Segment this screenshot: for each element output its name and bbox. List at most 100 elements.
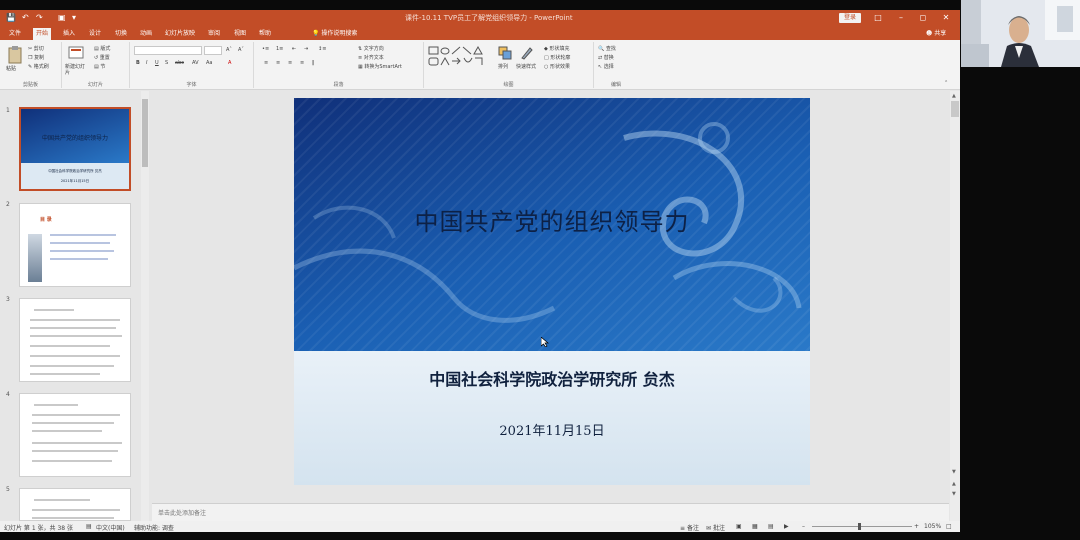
replace-button[interactable]: ⇄ 替换	[598, 55, 614, 62]
paste-button[interactable]: 粘贴	[6, 66, 16, 73]
slideshow-icon[interactable]: ▣	[58, 13, 66, 22]
slide-thumbnail-3[interactable]	[19, 298, 131, 382]
main-slide[interactable]: 中国共产党的组织领导力 中国社会科学院政治学研究所 贠杰 2021年11月15日	[294, 98, 810, 485]
arrange-icon[interactable]	[498, 46, 512, 60]
columns-icon[interactable]: ‖	[312, 60, 315, 67]
justify-icon[interactable]: ≡	[300, 60, 304, 67]
tell-me-search[interactable]: 💡 操作说明搜索	[312, 28, 357, 40]
text-direction-button[interactable]: ⇅ 文字方向	[358, 46, 384, 53]
scroll-down-icon[interactable]: ▼	[952, 469, 956, 475]
language-indicator[interactable]: 中文(中国)	[96, 523, 125, 532]
slide-thumbnail-1[interactable]: 中国共产党的组织领导力 中国社会科学院政治学研究所 贠杰 2021年11月15日	[19, 107, 131, 191]
close-icon[interactable]: ✕	[938, 12, 954, 24]
bullets-icon[interactable]: •≡	[262, 46, 269, 53]
tab-animations[interactable]: 动画	[137, 28, 155, 40]
next-slide-icon[interactable]: ▼	[952, 491, 956, 497]
align-text-button[interactable]: ≡ 对齐文本	[358, 55, 384, 62]
align-center-icon[interactable]: ≡	[276, 60, 280, 67]
undo-icon[interactable]: ↶	[22, 13, 29, 22]
section-button[interactable]: ▤ 节	[94, 64, 105, 71]
font-size-select[interactable]	[204, 46, 222, 55]
font-color-icon[interactable]: A	[228, 60, 231, 67]
format-painter-button[interactable]: ✎ 格式刷	[28, 64, 49, 71]
tab-slideshow[interactable]: 幻灯片放映	[162, 28, 198, 40]
notes-pane[interactable]: 单击此处添加备注	[152, 503, 949, 521]
new-slide-button[interactable]: 新建幻灯片	[65, 64, 89, 76]
tab-help[interactable]: 帮助	[256, 28, 274, 40]
slide-scroll-thumb[interactable]	[951, 101, 959, 117]
redo-icon[interactable]: ↷	[36, 13, 43, 22]
shrink-font-icon[interactable]: Aˇ	[238, 47, 244, 54]
customize-qa-icon[interactable]: ▾	[72, 13, 76, 22]
slide-title[interactable]: 中国共产党的组织领导力	[294, 202, 810, 237]
reset-button[interactable]: ↺ 重置	[94, 55, 110, 62]
shapes-gallery-icon[interactable]	[428, 46, 488, 72]
collapse-ribbon-icon[interactable]: ⌃	[944, 80, 948, 87]
underline-icon[interactable]: U	[155, 60, 159, 67]
tab-design[interactable]: 设计	[86, 28, 104, 40]
shape-fill-button[interactable]: ◆ 形状填充	[544, 46, 569, 53]
tab-insert[interactable]: 插入	[60, 28, 78, 40]
zoom-in-icon[interactable]: +	[914, 523, 919, 530]
fit-to-window-icon[interactable]: □	[946, 523, 952, 530]
layout-button[interactable]: ▤ 版式	[94, 46, 110, 53]
slide-thumbnail-2[interactable]: 目 录	[19, 203, 131, 287]
quick-styles-icon[interactable]	[520, 46, 534, 60]
slide-thumbnail-4[interactable]	[19, 393, 131, 477]
tab-view[interactable]: 视图	[231, 28, 249, 40]
shadow-icon[interactable]: S	[165, 60, 168, 67]
bold-icon[interactable]: B	[136, 60, 140, 67]
align-left-icon[interactable]: ≡	[264, 60, 268, 67]
slide-thumbnail-5[interactable]	[19, 488, 131, 521]
cut-button[interactable]: ✂ 剪切	[28, 46, 44, 53]
share-button[interactable]: ☻ 共享	[926, 28, 946, 40]
shape-effects-button[interactable]: ○ 形状效果	[544, 64, 570, 71]
numbering-icon[interactable]: 1≡	[276, 46, 283, 53]
new-slide-icon[interactable]	[68, 46, 84, 60]
slide-date[interactable]: 2021年11月15日	[294, 420, 810, 439]
reading-view-icon[interactable]: ▤	[768, 523, 774, 530]
maximize-icon[interactable]: ◻	[915, 12, 931, 24]
decrease-indent-icon[interactable]: ⇤	[292, 46, 296, 53]
increase-indent-icon[interactable]: ⇥	[304, 46, 308, 53]
grow-font-icon[interactable]: Aˆ	[226, 47, 232, 54]
thumbnail-scroll-thumb[interactable]	[142, 99, 148, 167]
spell-check-icon[interactable]: ▤	[86, 523, 92, 530]
italic-icon[interactable]: I	[146, 60, 147, 67]
ribbon-display-icon[interactable]: □	[870, 12, 886, 24]
arrange-button[interactable]: 排列	[498, 64, 508, 71]
zoom-level[interactable]: 105%	[924, 523, 941, 530]
scroll-up-icon[interactable]: ▲	[952, 93, 956, 99]
slide-sorter-icon[interactable]: ▦	[752, 523, 758, 530]
line-spacing-icon[interactable]: ↕≡	[318, 46, 326, 53]
char-spacing-icon[interactable]: AV	[192, 60, 199, 67]
font-family-select[interactable]	[134, 46, 202, 55]
zoom-slider[interactable]	[812, 526, 912, 527]
tab-file[interactable]: 文件	[6, 28, 24, 40]
minimize-icon[interactable]: –	[893, 12, 909, 24]
slide-subtitle[interactable]: 中国社会科学院政治学研究所 贠杰	[294, 366, 810, 390]
smartart-button[interactable]: ▦ 转换为SmartArt	[358, 64, 402, 71]
shape-outline-button[interactable]: □ 形状轮廓	[544, 55, 570, 62]
slideshow-view-icon[interactable]: ▶	[784, 523, 789, 530]
paste-icon[interactable]	[8, 46, 22, 64]
zoom-slider-thumb[interactable]	[858, 523, 861, 530]
normal-view-icon[interactable]: ▣	[736, 523, 742, 530]
signin-button[interactable]: 登录	[839, 13, 861, 23]
zoom-out-icon[interactable]: –	[802, 523, 805, 530]
tab-review[interactable]: 审阅	[205, 28, 223, 40]
previous-slide-icon[interactable]: ▲	[952, 481, 956, 487]
select-button[interactable]: ↖ 选择	[598, 64, 614, 71]
tab-transitions[interactable]: 切换	[112, 28, 130, 40]
tab-home[interactable]: 开始	[33, 28, 52, 40]
save-icon[interactable]: 💾	[6, 13, 16, 22]
accessibility-indicator[interactable]: 辅助功能: 调查	[134, 523, 174, 532]
slide-scrollbar[interactable]: ▲ ▼ ▲ ▼	[950, 91, 960, 521]
change-case-icon[interactable]: Aa	[206, 60, 212, 67]
notes-toggle[interactable]: ≡ 备注	[680, 523, 699, 532]
thumbnail-scrollbar[interactable]	[141, 91, 149, 521]
quick-styles-button[interactable]: 快速样式	[516, 64, 536, 71]
find-button[interactable]: 🔍 查找	[598, 46, 616, 53]
align-right-icon[interactable]: ≡	[288, 60, 292, 67]
comments-toggle[interactable]: ✉ 批注	[706, 523, 725, 532]
